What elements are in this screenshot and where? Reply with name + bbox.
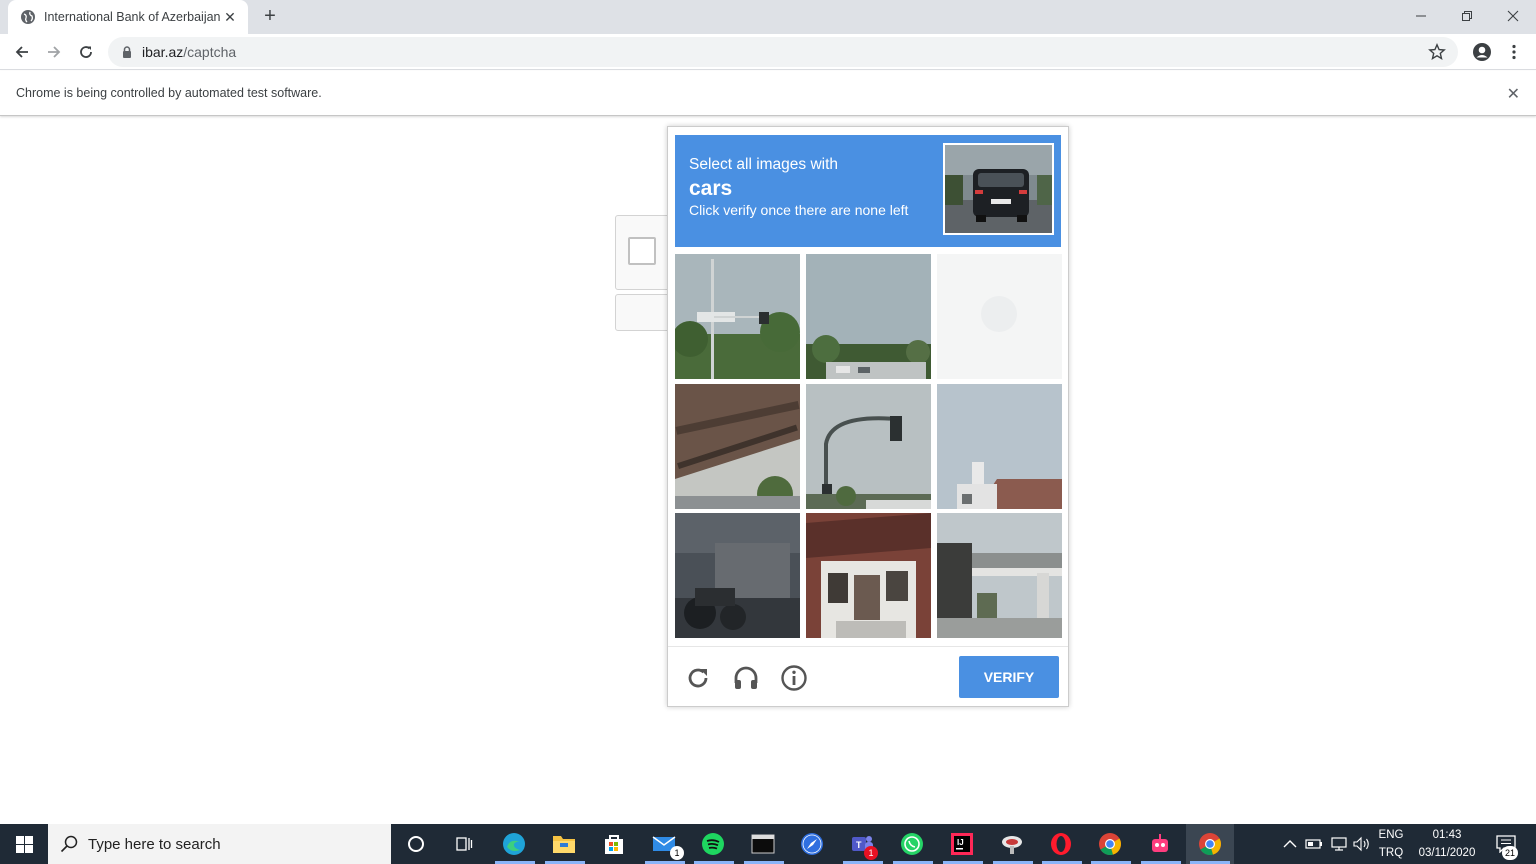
store-icon[interactable] bbox=[600, 830, 628, 858]
clock-time[interactable]: 01:43 bbox=[1412, 829, 1482, 841]
captcha-checkbox[interactable] bbox=[628, 237, 656, 265]
chrome-icon[interactable] bbox=[1096, 830, 1124, 858]
captcha-anchor-footer bbox=[615, 294, 675, 331]
captcha-tile[interactable] bbox=[675, 384, 800, 509]
url-path: /captcha bbox=[183, 44, 237, 60]
teams-badge: 1 bbox=[864, 846, 878, 860]
windows-taskbar: Type here to search 1 T 1 IJ ENG TRQ 01:… bbox=[0, 824, 1536, 864]
url-host: ibar.az bbox=[142, 44, 184, 60]
browser-tab[interactable]: International Bank of Azerbaijan ✕ bbox=[8, 0, 248, 34]
cortana-icon[interactable] bbox=[402, 830, 430, 858]
new-tab-button[interactable]: + bbox=[259, 6, 281, 28]
instruction-subtext: Click verify once there are none left bbox=[689, 202, 909, 218]
mail-badge: 1 bbox=[670, 846, 684, 860]
captcha-challenge: Select all images with cars Click verify… bbox=[667, 126, 1069, 707]
browser-toolbar: ibar.az /captcha bbox=[0, 34, 1536, 70]
robot-app-icon[interactable] bbox=[1146, 830, 1174, 858]
input-language-bottom[interactable]: TRQ bbox=[1376, 847, 1406, 859]
reload-challenge-icon[interactable] bbox=[684, 664, 712, 692]
spotify-icon[interactable] bbox=[699, 830, 727, 858]
restore-icon bbox=[1462, 11, 1472, 21]
image-grid bbox=[675, 254, 1063, 640]
instruction-keyword: cars bbox=[689, 177, 733, 200]
taskbar-search[interactable]: Type here to search bbox=[48, 824, 391, 864]
infobar-message: Chrome is being controlled by automated … bbox=[16, 86, 322, 100]
notification-count: 21 bbox=[1502, 846, 1518, 860]
lock-icon bbox=[123, 46, 131, 58]
captcha-tile[interactable] bbox=[675, 513, 800, 638]
restore-button[interactable] bbox=[1444, 0, 1490, 32]
close-icon bbox=[1507, 10, 1519, 22]
instruction-text: Select all images with bbox=[689, 156, 839, 173]
globe-icon bbox=[21, 10, 35, 24]
svg-text:IJ: IJ bbox=[957, 838, 964, 847]
clock-date[interactable]: 03/11/2020 bbox=[1412, 847, 1482, 859]
challenge-footer: VERIFY bbox=[668, 646, 1068, 707]
sample-image bbox=[943, 143, 1054, 235]
file-explorer-icon[interactable] bbox=[550, 830, 578, 858]
input-language-top[interactable]: ENG bbox=[1376, 829, 1406, 841]
captcha-tile[interactable] bbox=[675, 254, 800, 379]
volume-icon[interactable] bbox=[1348, 830, 1376, 858]
captcha-tile[interactable] bbox=[937, 384, 1062, 509]
captcha-anchor bbox=[615, 215, 675, 290]
forward-button[interactable] bbox=[40, 38, 68, 66]
tab-title: International Bank of Azerbaijan bbox=[44, 10, 221, 24]
captcha-tile[interactable] bbox=[806, 513, 931, 638]
whatsapp-icon[interactable] bbox=[898, 830, 926, 858]
tab-strip: International Bank of Azerbaijan ✕ + bbox=[0, 0, 1536, 34]
captcha-tile[interactable] bbox=[806, 254, 931, 379]
back-arrow-icon bbox=[15, 46, 28, 58]
captcha-tile[interactable] bbox=[806, 384, 931, 509]
automation-infobar: Chrome is being controlled by automated … bbox=[0, 71, 1536, 116]
challenge-header: Select all images with cars Click verify… bbox=[675, 135, 1061, 247]
reload-icon bbox=[80, 46, 92, 58]
tab-close-icon[interactable]: ✕ bbox=[222, 9, 238, 25]
info-icon[interactable] bbox=[780, 664, 808, 692]
task-view-icon[interactable] bbox=[450, 830, 478, 858]
svg-text:T: T bbox=[856, 840, 862, 850]
battery-icon[interactable] bbox=[1300, 830, 1328, 858]
kebab-menu-icon bbox=[1512, 44, 1516, 60]
forward-arrow-icon bbox=[48, 46, 61, 58]
app-icon[interactable] bbox=[998, 830, 1026, 858]
captcha-tile[interactable] bbox=[937, 513, 1062, 638]
profile-avatar-icon bbox=[1473, 43, 1491, 61]
opera-icon[interactable] bbox=[1047, 830, 1075, 858]
terminal-icon[interactable] bbox=[749, 830, 777, 858]
bookmark-star-icon[interactable] bbox=[1428, 43, 1446, 61]
close-window-button[interactable] bbox=[1490, 0, 1536, 32]
minimize-button[interactable] bbox=[1398, 0, 1444, 32]
headphones-icon[interactable] bbox=[732, 664, 760, 692]
safari-compass-icon[interactable] bbox=[798, 830, 826, 858]
chrome-active-icon[interactable] bbox=[1196, 830, 1224, 858]
address-bar[interactable]: ibar.az /captcha bbox=[108, 37, 1458, 67]
minimize-icon bbox=[1416, 15, 1426, 17]
search-icon bbox=[60, 835, 78, 853]
menu-button[interactable] bbox=[1500, 38, 1528, 66]
jetbrains-icon[interactable]: IJ bbox=[948, 830, 976, 858]
windows-logo-icon bbox=[15, 835, 33, 853]
search-placeholder: Type here to search bbox=[88, 835, 221, 853]
verify-button[interactable]: VERIFY bbox=[959, 656, 1059, 698]
captcha-tile[interactable] bbox=[937, 254, 1062, 379]
edge-icon[interactable] bbox=[500, 830, 528, 858]
infobar-close-icon[interactable]: ✕ bbox=[1507, 84, 1520, 104]
start-button[interactable] bbox=[0, 824, 48, 864]
reload-button[interactable] bbox=[72, 38, 100, 66]
profile-button[interactable] bbox=[1468, 38, 1496, 66]
back-button[interactable] bbox=[8, 38, 36, 66]
